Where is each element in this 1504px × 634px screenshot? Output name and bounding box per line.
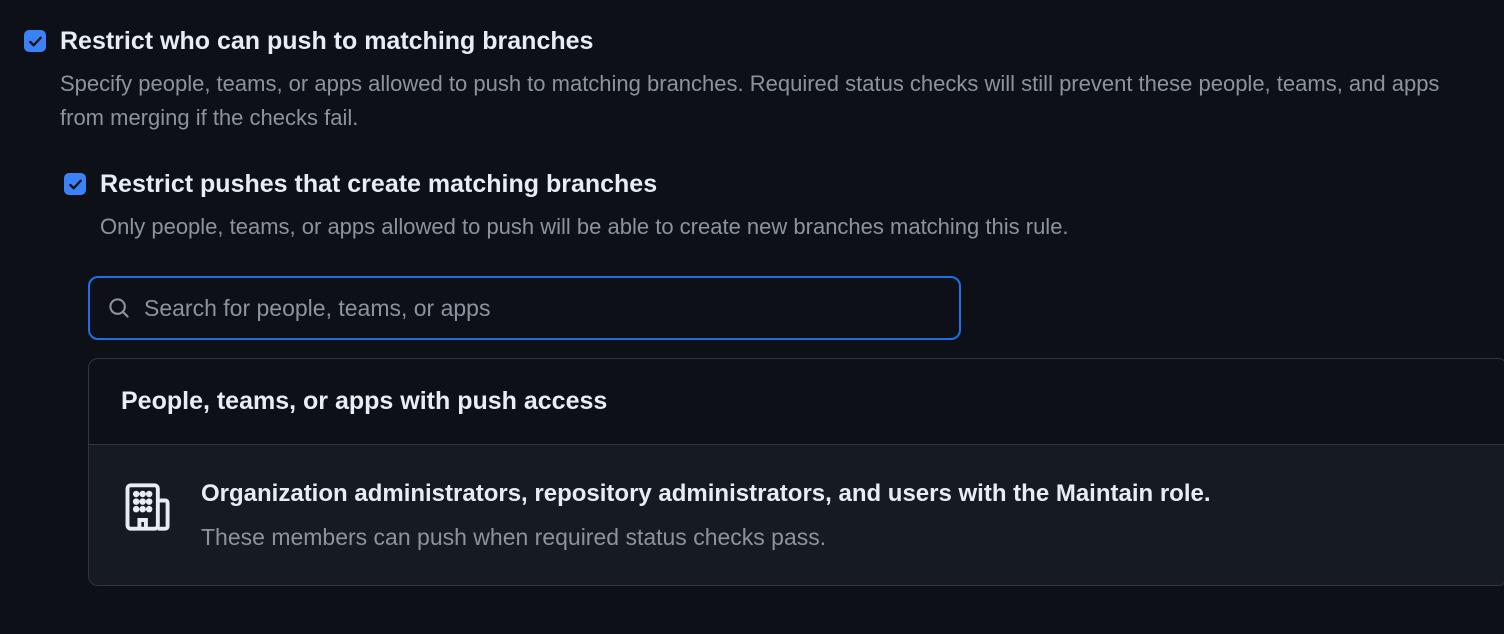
search-container	[88, 276, 1480, 340]
option-content: Restrict pushes that create matching bra…	[100, 167, 1480, 244]
option-title: Restrict pushes that create matching bra…	[100, 167, 1480, 202]
panel-item-text: Organization administrators, repository …	[201, 477, 1211, 553]
option-description: Specify people, teams, or apps allowed t…	[60, 67, 1480, 135]
option-restrict-create: Restrict pushes that create matching bra…	[64, 167, 1480, 244]
option-description: Only people, teams, or apps allowed to p…	[100, 210, 1480, 244]
search-icon	[108, 297, 130, 319]
panel-body: Organization administrators, repository …	[89, 445, 1504, 585]
option-content: Restrict who can push to matching branch…	[60, 24, 1480, 135]
push-access-panel: People, teams, or apps with push access …	[88, 358, 1504, 586]
checkmark-icon	[28, 34, 43, 49]
panel-title: People, teams, or apps with push access	[121, 387, 1475, 416]
panel-item-secondary: These members can push when required sta…	[201, 521, 1211, 553]
restrict-create-checkbox[interactable]	[64, 173, 86, 195]
organization-icon	[121, 481, 173, 533]
checkmark-icon	[68, 177, 83, 192]
search-input[interactable]	[144, 295, 941, 322]
option-title: Restrict who can push to matching branch…	[60, 24, 1480, 59]
panel-header: People, teams, or apps with push access	[89, 359, 1504, 445]
option-restrict-push: Restrict who can push to matching branch…	[24, 24, 1480, 135]
panel-item-primary: Organization administrators, repository …	[201, 477, 1211, 511]
search-box[interactable]	[88, 276, 961, 340]
restrict-push-checkbox[interactable]	[24, 30, 46, 52]
